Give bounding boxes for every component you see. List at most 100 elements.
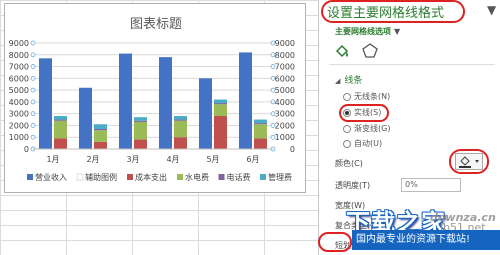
legend-label: 管理费 (268, 172, 292, 182)
x-tick-label: 1月 (46, 155, 59, 164)
x-tick-label: 2月 (86, 155, 99, 164)
y2-tick-label: 4000 (275, 98, 295, 107)
bar-营业收入[interactable] (79, 87, 92, 149)
bar-电话费[interactable] (134, 120, 147, 122)
transparency-field[interactable]: 0% (401, 178, 461, 192)
bar-水电费[interactable] (254, 124, 267, 139)
annotation-oval (339, 104, 389, 122)
gridline-handle[interactable] (30, 52, 36, 58)
y-tick-label: 8000 (9, 51, 29, 60)
bar-电话费[interactable] (54, 119, 67, 121)
bar-水电费[interactable] (134, 121, 147, 140)
watermark-banner: 国内最专业的资源下载站! (352, 230, 500, 250)
gridline-options-label: 主要网格线选项 (335, 27, 391, 36)
y-tick-label: 0 (24, 145, 29, 154)
option-label: 自动(U) (354, 139, 383, 148)
option-no-line[interactable]: 无线条(N) (343, 91, 390, 102)
legend-swatch (177, 174, 183, 180)
y2-tick-label: 5000 (275, 86, 295, 95)
bar-营业收入[interactable] (239, 52, 252, 149)
y2-tick-label: 7000 (275, 63, 295, 72)
bar-营业收入[interactable] (119, 53, 132, 149)
x-tick-label: 5月 (206, 155, 219, 164)
bar-营业收入[interactable] (159, 57, 172, 150)
effects-pentagon-icon[interactable] (361, 42, 379, 60)
bar-电话费[interactable] (214, 103, 227, 105)
bar-营业收入[interactable] (39, 58, 52, 149)
bar-成本支出[interactable] (174, 137, 187, 149)
y-tick-label: 1000 (9, 133, 29, 142)
bar-成本支出[interactable] (254, 138, 267, 149)
gridline-options-dropdown[interactable]: 主要网格线选项 ▼ (335, 26, 400, 37)
gridline-handle[interactable] (30, 87, 36, 93)
y2-tick-label: 1000 (275, 133, 295, 142)
y-tick-label: 2000 (9, 121, 29, 130)
bar-电话费[interactable] (94, 128, 107, 131)
radio-icon[interactable] (343, 139, 351, 148)
legend-label: 水电费 (185, 172, 209, 182)
radio-icon[interactable] (343, 92, 351, 101)
bar-成本支出[interactable] (214, 116, 227, 149)
y2-tick-label: 9000 (275, 39, 295, 48)
option-gradient-line[interactable]: 渐变线(G) (343, 123, 390, 134)
bar-管理费[interactable] (214, 99, 227, 104)
option-automatic[interactable]: 自动(U) (343, 138, 382, 149)
gridline-handle[interactable] (30, 123, 36, 128)
chart-title[interactable]: 图表标题 (130, 17, 182, 32)
y2-tick-label: 3000 (275, 110, 295, 119)
gridline-handle[interactable] (30, 134, 36, 140)
option-label: 无线条(N) (354, 92, 391, 101)
divider (329, 64, 495, 65)
y-tick-label: 5000 (9, 86, 29, 95)
y2-tick-label: 8000 (275, 51, 295, 60)
annotation-oval (449, 149, 489, 174)
legend-swatch (76, 173, 84, 181)
bar-水电费[interactable] (174, 120, 187, 138)
gridline-handle[interactable] (30, 64, 36, 69)
legend-label: 营业收入 (35, 172, 67, 182)
y-tick-label: 9000 (9, 39, 29, 48)
gridline-handle[interactable] (30, 111, 36, 117)
legend-swatch (218, 174, 225, 180)
bar-水电费[interactable] (214, 104, 227, 117)
bar-电话费[interactable] (254, 123, 267, 125)
bar-管理费[interactable] (54, 116, 67, 120)
color-label: 颜色(C) (335, 159, 363, 168)
y2-tick-label: 6000 (275, 74, 295, 83)
bar-电话费[interactable] (174, 119, 187, 121)
bar-管理费[interactable] (174, 116, 187, 120)
bar-成本支出[interactable] (94, 141, 107, 149)
collapse-caret-icon: ◢ (335, 77, 341, 85)
x-tick-label: 6月 (246, 155, 259, 164)
bar-管理费[interactable] (94, 124, 107, 129)
pane-title: 设置主要网格线格式 (327, 6, 445, 21)
option-label: 渐变线(G) (354, 124, 391, 133)
legend-label: 电话费 (227, 172, 251, 182)
chart-area[interactable]: 图表标题 0 0 1000 1000 2000 2000 3000 3000 4000 4000 5… (4, 3, 306, 193)
fill-line-icon[interactable] (333, 42, 351, 60)
radio-icon[interactable] (343, 124, 351, 133)
bar-水电费[interactable] (94, 130, 107, 142)
bar-成本支出[interactable] (134, 139, 147, 149)
y-tick-label: 4000 (9, 98, 29, 107)
legend-label: 辅助图例 (85, 172, 117, 182)
gridline-handle[interactable] (30, 75, 36, 81)
line-section-header[interactable]: ◢ 线条 (335, 73, 362, 86)
y-tick-label: 6000 (9, 74, 29, 83)
gridline-handle[interactable] (30, 40, 36, 46)
y2-tick-label: 2000 (275, 121, 295, 130)
line-section-label: 线条 (344, 76, 363, 86)
pane-menu-icon[interactable]: ▼ (487, 3, 496, 17)
bar-管理费[interactable] (254, 119, 267, 124)
y-tick-label: 3000 (9, 110, 29, 119)
bar-管理费[interactable] (134, 117, 147, 121)
y2-tick-label: 0 (290, 145, 295, 154)
bar-水电费[interactable] (54, 120, 67, 139)
chevron-down-icon: ▼ (394, 27, 401, 36)
bar-chart: 图表标题 0 0 1000 1000 2000 2000 3000 3000 4000 4000 5… (9, 17, 295, 182)
gridline-handle[interactable] (30, 99, 36, 105)
legend-swatch (260, 174, 266, 180)
x-tick-label: 4月 (166, 155, 179, 164)
bar-营业收入[interactable] (199, 78, 212, 149)
bar-成本支出[interactable] (54, 138, 67, 149)
